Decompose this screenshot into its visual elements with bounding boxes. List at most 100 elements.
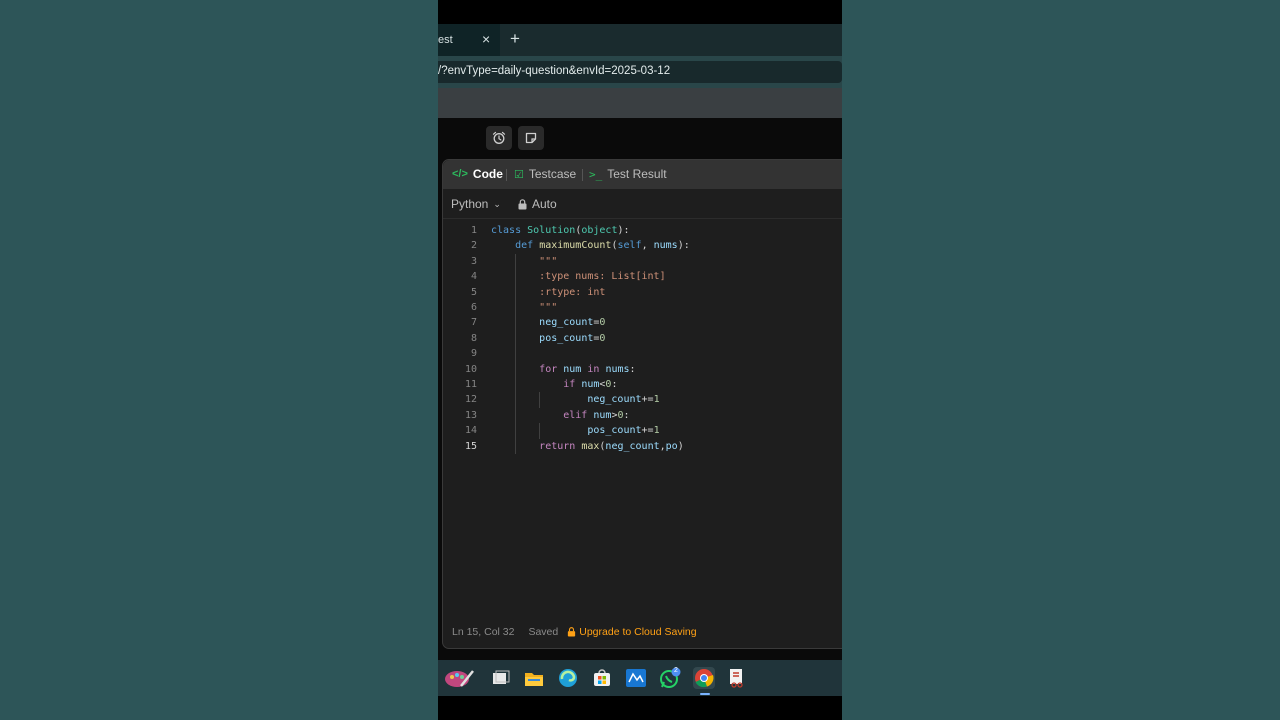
tab-test-result-label: Test Result [607,167,667,181]
tab-divider [506,169,507,181]
code-line[interactable]: 12 neg_count+=1 [443,392,842,407]
code-line[interactable]: 7 neg_count=0 [443,315,842,330]
tab-code[interactable]: </> Code [452,167,503,181]
screen-capture: est × + /?envType=daily-question&envId=2… [438,0,842,720]
edge-icon[interactable] [557,667,579,689]
whatsapp-icon[interactable]: 2 [659,667,681,689]
leetcode-page: </> Code ☑ Testcase >_ Test Result Pytho… [438,118,842,660]
code-line[interactable]: 5 :rtype: int [443,285,842,300]
file-explorer-icon[interactable] [523,667,545,689]
tab-test-result[interactable]: >_ Test Result [589,167,667,181]
notification-badge: 2 [674,667,678,674]
code-line[interactable]: 2 def maximumCount(self, nums): [443,238,842,253]
line-number: 12 [464,394,477,406]
cursor-position: Ln 15, Col 32 [452,626,515,638]
code-line[interactable]: 11 if num<0: [443,377,842,392]
language-select[interactable]: Python ⌄ [451,197,501,211]
line-number: 13 [464,409,477,421]
tab-divider [582,169,583,181]
chevron-down-icon: ⌄ [493,198,501,209]
upgrade-cloud-saving-link[interactable]: Upgrade to Cloud Saving [567,626,697,638]
code-line[interactable]: 3 """ [443,254,842,269]
panel-tab-bar: </> Code ☑ Testcase >_ Test Result [443,160,842,189]
code-text: pos_count=0 [539,332,606,344]
code-text: def maximumCount(self, nums): [515,240,690,252]
bottom-letterbox [438,696,842,720]
upgrade-label: Upgrade to Cloud Saving [579,626,697,638]
mdp-icon[interactable] [625,667,647,689]
code-text: pos_count+=1 [587,425,660,437]
bookmarks-bar [438,88,842,118]
note-icon [525,132,537,144]
code-text: """ [491,255,558,267]
url-field[interactable]: /?envType=daily-question&envId=2025-03-1… [438,61,842,83]
line-number: 9 [470,348,477,360]
line-number: 14 [464,425,477,437]
line-number: 1 [470,225,477,236]
checkbox-icon: ☑ [514,168,524,181]
line-number: 15 [464,440,477,452]
notes-button[interactable] [518,126,544,150]
tab-title: est [438,34,453,46]
code-line[interactable]: 8 pos_count=0 [443,331,842,346]
code-line[interactable]: 1 class Solution(object): [443,223,842,238]
code-text: if num<0: [563,379,618,390]
address-bar: /?envType=daily-question&envId=2025-03-1… [438,56,842,88]
mode-label: Auto [532,197,557,211]
code-line[interactable]: 10 for num in nums: [443,362,842,377]
code-text: neg_count+=1 [587,394,660,406]
url-text: /?envType=daily-question&envId=2025-03-1… [438,65,671,77]
line-number: 11 [464,379,477,390]
code-line[interactable]: 14 pos_count+=1 [443,423,842,438]
tab-testcase-label: Testcase [528,167,577,181]
store-icon[interactable] [591,667,613,689]
code-text: """ [491,302,558,313]
indent-guide [515,253,517,454]
lock-icon [568,627,576,637]
code-line[interactable]: 9 [443,346,842,361]
line-number: 8 [470,332,477,344]
active-app-indicator [700,693,710,695]
background-left [0,0,438,720]
snipping-tool-icon[interactable] [726,667,748,689]
line-number: 2 [470,240,477,252]
line-number: 3 [470,255,477,267]
chrome-icon[interactable] [693,667,715,689]
timer-button[interactable] [486,126,512,150]
code-editor[interactable]: 1 class Solution(object): 2 def maximumCou… [443,223,842,623]
background-right [842,0,1280,720]
code-text: class Solution(object): [491,225,630,236]
saved-status: Saved [528,626,559,638]
task-view-icon[interactable] [490,667,512,689]
line-number: 6 [470,302,477,313]
terminal-icon: >_ [589,167,603,181]
auto-mode-toggle[interactable]: Auto [518,197,557,211]
code-brackets-icon: </> [452,168,468,180]
code-editor-panel: </> Code ☑ Testcase >_ Test Result Pytho… [442,159,842,649]
alarm-clock-icon [492,131,506,144]
line-number: 10 [464,363,477,375]
new-tab-button[interactable]: + [510,30,520,47]
browser-tab-bar: est × + [438,24,842,56]
line-number: 5 [470,286,477,298]
line-number: 4 [470,271,477,283]
code-line[interactable]: 13 elif num>0: [443,408,842,423]
code-line[interactable]: 15 return max(neg_count,po) [443,439,842,454]
paint-icon[interactable] [442,667,476,689]
windows-taskbar: 2 [438,660,842,696]
close-tab-icon[interactable]: × [482,32,490,46]
code-text: return max(neg_count,po) [539,440,684,452]
code-line[interactable]: 6 """ [443,300,842,315]
code-text: :rtype: int [491,286,606,298]
editor-toolbar: Python ⌄ Auto [443,189,842,219]
tab-testcase[interactable]: ☑ Testcase [514,167,576,181]
code-text: elif num>0: [563,409,630,421]
lock-icon [518,198,527,209]
code-text: :type nums: List[int] [491,271,666,283]
editor-status-bar: Ln 15, Col 32 Saved Upgrade to Cloud Sav… [452,626,697,638]
indent-guide [539,423,541,439]
browser-tab[interactable]: est × [438,24,500,56]
tab-code-label: Code [472,167,503,181]
code-line[interactable]: 4 :type nums: List[int] [443,269,842,284]
line-number: 7 [470,317,477,329]
